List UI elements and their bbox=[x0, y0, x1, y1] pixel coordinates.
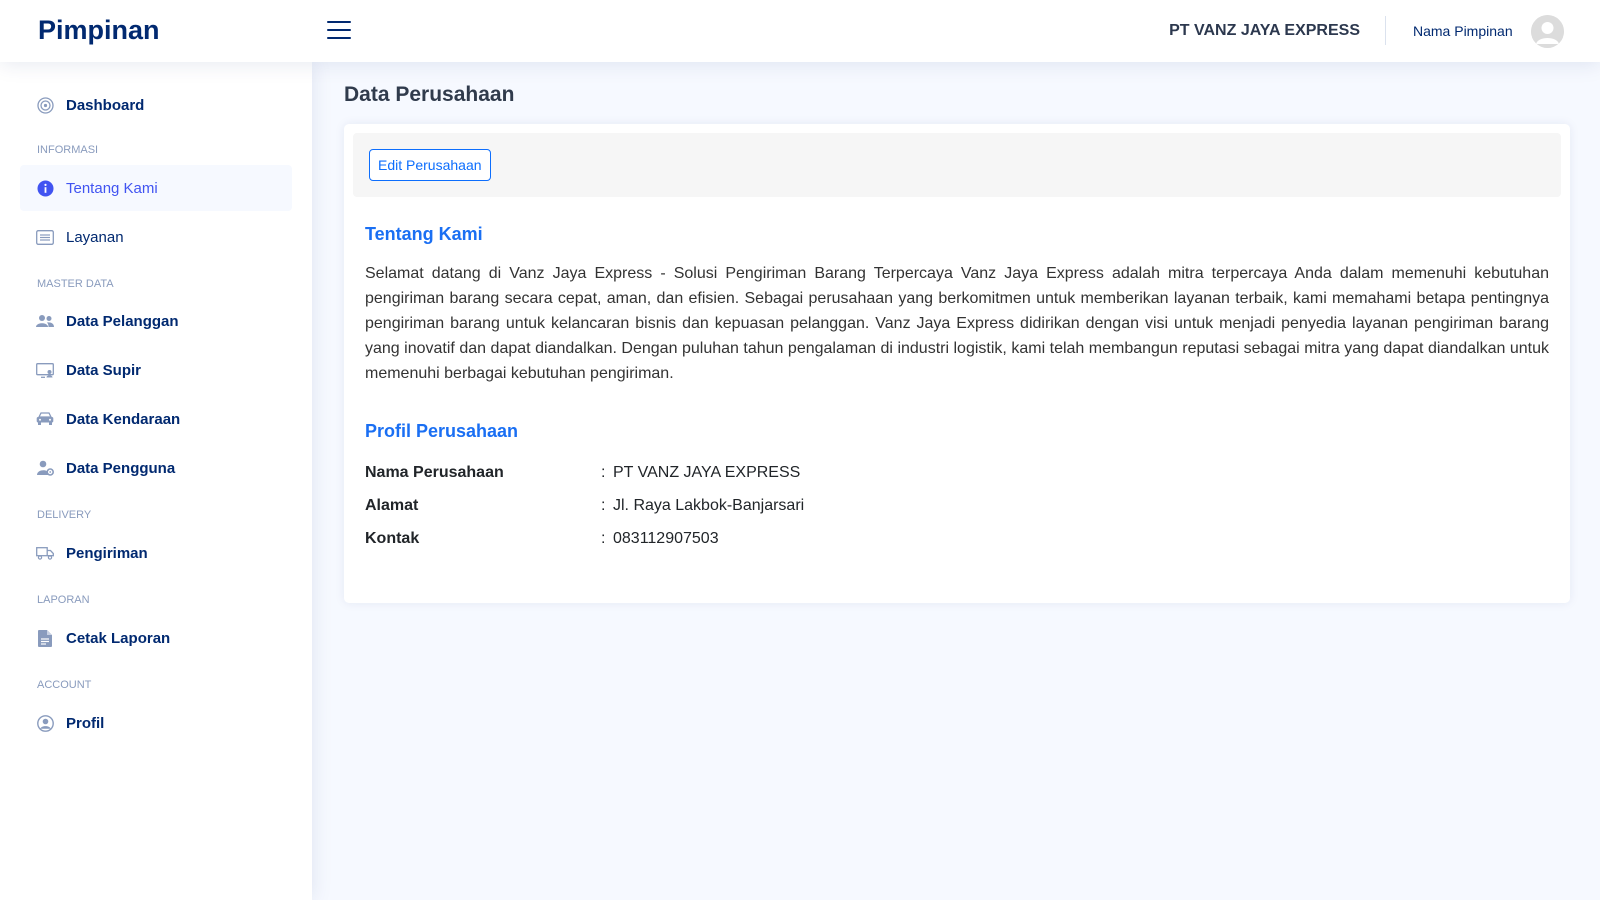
profile-separator: : bbox=[601, 497, 606, 514]
user-name[interactable]: Nama Pimpinan bbox=[1413, 23, 1513, 39]
top-header: Pimpinan PT VANZ JAYA EXPRESS Nama Pimpi… bbox=[0, 0, 1600, 62]
profile-row-kontak: Kontak : 083112907503 bbox=[365, 530, 719, 548]
people-icon bbox=[36, 312, 54, 330]
sidebar-item-data-supir[interactable]: Data Supir bbox=[20, 347, 292, 393]
nav-heading-account: ACCOUNT bbox=[37, 679, 92, 691]
sidebar-item-label: Tentang Kami bbox=[66, 179, 158, 197]
target-icon bbox=[36, 96, 54, 114]
sidebar-item-pengiriman[interactable]: Pengiriman bbox=[20, 530, 292, 576]
nav-heading-master-data: MASTER DATA bbox=[37, 278, 114, 290]
info-icon bbox=[36, 179, 54, 197]
nav-heading-delivery: DELIVERY bbox=[37, 509, 92, 521]
nav-heading-laporan: LAPORAN bbox=[37, 594, 90, 606]
profile-value: 083112907503 bbox=[613, 530, 719, 547]
sidebar-item-cetak-laporan[interactable]: Cetak Laporan bbox=[20, 615, 292, 661]
hamburger-menu-icon[interactable] bbox=[327, 21, 351, 40]
sidebar-item-label: Data Kendaraan bbox=[66, 410, 181, 428]
profile-separator: : bbox=[601, 530, 606, 547]
sidebar-item-dashboard[interactable]: Dashboard bbox=[20, 82, 292, 128]
profile-value: Jl. Raya Lakbok-Banjarsari bbox=[613, 497, 805, 514]
sidebar-item-data-kendaraan[interactable]: Data Kendaraan bbox=[20, 396, 292, 442]
about-section-title: Tentang Kami bbox=[365, 224, 483, 244]
app-logo[interactable]: Pimpinan bbox=[38, 15, 160, 46]
user-gear-icon bbox=[36, 459, 54, 477]
about-text: Selamat datang di Vanz Jaya Express - So… bbox=[365, 265, 1549, 382]
sidebar-item-data-pengguna[interactable]: Data Pengguna bbox=[20, 445, 292, 491]
profile-section-title: Profil Perusahaan bbox=[365, 421, 519, 441]
sidebar-item-data-pelanggan[interactable]: Data Pelanggan bbox=[20, 298, 292, 344]
header-divider bbox=[1385, 16, 1386, 45]
profile-label: Alamat bbox=[365, 497, 419, 514]
profile-label: Nama Perusahaan bbox=[365, 464, 504, 481]
main-content: Data Perusahaan Edit Perusahaan Tentang … bbox=[312, 62, 1600, 900]
sidebar-item-label: Cetak Laporan bbox=[66, 629, 171, 647]
user-avatar-icon[interactable] bbox=[1531, 15, 1564, 48]
monitor-user-icon bbox=[36, 361, 54, 379]
profile-separator: : bbox=[601, 464, 606, 481]
company-name: PT VANZ JAYA EXPRESS bbox=[1169, 22, 1360, 39]
sidebar-item-profil[interactable]: Profil bbox=[20, 700, 292, 746]
sidebar-item-label: Data Supir bbox=[66, 361, 142, 379]
car-icon bbox=[36, 410, 54, 428]
edit-company-button[interactable]: Edit Perusahaan bbox=[369, 149, 491, 181]
sidebar: Dashboard INFORMASI Tentang Kami Layanan… bbox=[0, 62, 312, 900]
profile-row-nama: Nama Perusahaan : PT VANZ JAYA EXPRESS bbox=[365, 464, 800, 482]
sidebar-item-tentang-kami[interactable]: Tentang Kami bbox=[20, 165, 292, 211]
sidebar-item-label: Dashboard bbox=[66, 96, 145, 114]
sidebar-item-label: Data Pelanggan bbox=[66, 312, 179, 330]
page-title: Data Perusahaan bbox=[344, 83, 515, 106]
card-toolbar: Edit Perusahaan bbox=[353, 133, 1561, 197]
sidebar-item-label: Profil bbox=[66, 714, 105, 732]
document-icon bbox=[36, 629, 54, 647]
truck-icon bbox=[36, 544, 54, 562]
nav-heading-informasi: INFORMASI bbox=[37, 144, 99, 156]
sidebar-item-label: Pengiriman bbox=[66, 544, 148, 562]
profile-label: Kontak bbox=[365, 530, 420, 547]
sidebar-item-layanan[interactable]: Layanan bbox=[20, 214, 292, 260]
sidebar-item-label: Data Pengguna bbox=[66, 459, 176, 477]
sidebar-item-label: Layanan bbox=[66, 228, 124, 246]
company-card: Edit Perusahaan Tentang Kami Selamat dat… bbox=[344, 124, 1570, 603]
list-icon bbox=[36, 228, 54, 246]
user-circle-icon bbox=[36, 714, 54, 732]
profile-row-alamat: Alamat : Jl. Raya Lakbok-Banjarsari bbox=[365, 497, 804, 515]
profile-value: PT VANZ JAYA EXPRESS bbox=[613, 464, 801, 481]
